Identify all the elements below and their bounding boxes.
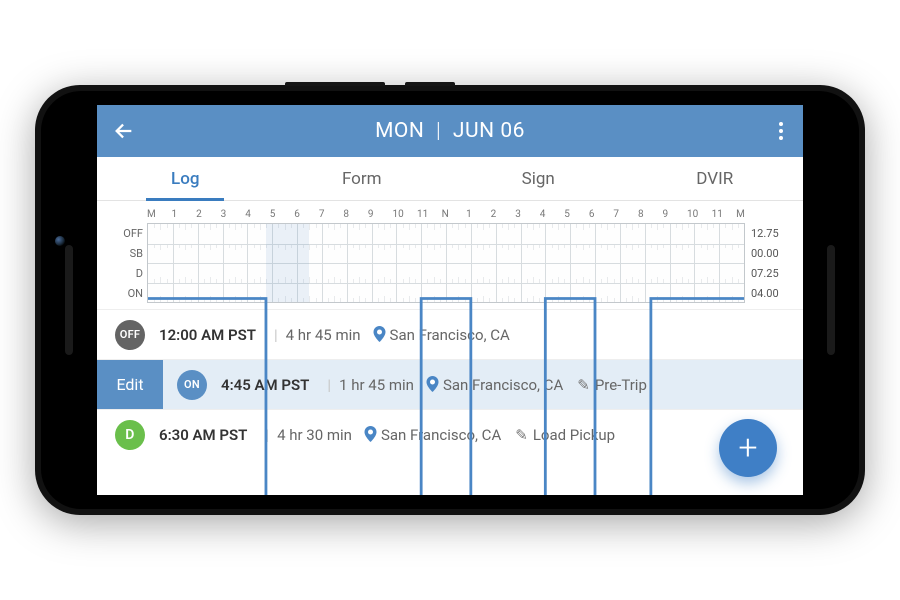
chart-grid[interactable] xyxy=(147,223,745,303)
hour-tick: 11 xyxy=(712,209,737,223)
hour-tick: 4 xyxy=(540,209,565,223)
tab-form-label: Form xyxy=(342,169,382,189)
title-day: MON xyxy=(375,119,424,143)
tab-sign[interactable]: Sign xyxy=(450,157,627,200)
tab-dvir-label: DVIR xyxy=(696,169,733,189)
hour-tick: 9 xyxy=(368,209,393,223)
phone-speaker-right xyxy=(827,245,835,355)
back-button[interactable] xyxy=(111,118,137,144)
phone-frame: MON | JUN 06 Log Form Sign DVIR M1234567… xyxy=(35,85,865,515)
hour-tick: N xyxy=(442,209,467,223)
tab-sign-label: Sign xyxy=(522,169,555,189)
phone-camera xyxy=(55,236,65,246)
hour-tick: 6 xyxy=(294,209,319,223)
hour-tick: 8 xyxy=(343,209,368,223)
hour-tick: M xyxy=(147,209,172,223)
row-total: 07.25 xyxy=(751,263,789,283)
hour-axis: M1234567891011N1234567891011M xyxy=(147,209,745,223)
add-fab-icon: + xyxy=(738,428,757,468)
hour-tick: 10 xyxy=(687,209,712,223)
hour-tick: 5 xyxy=(270,209,295,223)
hour-tick: 8 xyxy=(638,209,663,223)
phone-speaker-left xyxy=(65,245,73,355)
phone-inner: MON | JUN 06 Log Form Sign DVIR M1234567… xyxy=(41,91,859,509)
tab-log-label: Log xyxy=(171,169,199,189)
hour-tick: 1 xyxy=(172,209,197,223)
status-badge: D xyxy=(115,420,145,450)
duty-line xyxy=(148,224,744,495)
row-label: SB xyxy=(111,243,143,263)
hour-tick: 5 xyxy=(564,209,589,223)
title-separator: | xyxy=(436,119,441,143)
hour-tick: 3 xyxy=(221,209,246,223)
back-arrow-icon xyxy=(113,120,135,142)
hour-tick: 1 xyxy=(466,209,491,223)
hour-tick: 3 xyxy=(515,209,540,223)
overflow-menu-button[interactable] xyxy=(773,116,789,146)
row-total: 04.00 xyxy=(751,283,789,303)
phone-button-top-2 xyxy=(405,82,455,86)
hour-tick: M xyxy=(736,209,745,223)
hour-tick: 2 xyxy=(491,209,516,223)
hour-tick: 7 xyxy=(613,209,638,223)
hour-tick: 11 xyxy=(417,209,442,223)
status-axis: OFFSBDON xyxy=(111,223,147,303)
row-label: OFF xyxy=(111,223,143,243)
row-total: 12.75 xyxy=(751,223,789,243)
add-fab[interactable]: + xyxy=(719,419,777,477)
tab-log[interactable]: Log xyxy=(97,157,274,200)
tab-form[interactable]: Form xyxy=(274,157,451,200)
screen: MON | JUN 06 Log Form Sign DVIR M1234567… xyxy=(97,105,803,495)
row-total: 00.00 xyxy=(751,243,789,263)
tab-dvir[interactable]: DVIR xyxy=(627,157,804,200)
hos-chart: M1234567891011N1234567891011M OFFSBDON 1… xyxy=(97,201,803,309)
hour-tick: 2 xyxy=(196,209,221,223)
hour-tick: 7 xyxy=(319,209,344,223)
hour-tick: 9 xyxy=(662,209,687,223)
row-label: ON xyxy=(111,283,143,303)
hour-tick: 6 xyxy=(589,209,614,223)
title-date: JUN 06 xyxy=(453,119,525,143)
row-label: D xyxy=(111,263,143,283)
page-title: MON | JUN 06 xyxy=(375,119,525,143)
top-bar: MON | JUN 06 xyxy=(97,105,803,157)
hour-tick: 10 xyxy=(392,209,417,223)
status-badge: OFF xyxy=(115,320,145,350)
hour-tick: 4 xyxy=(245,209,270,223)
totals-column: 12.7500.0007.2504.00 xyxy=(745,223,789,303)
grid-zone: OFFSBDON 12.7500.0007.2504.00 xyxy=(111,223,789,303)
phone-button-top-1 xyxy=(285,82,385,86)
tab-bar: Log Form Sign DVIR xyxy=(97,157,803,201)
